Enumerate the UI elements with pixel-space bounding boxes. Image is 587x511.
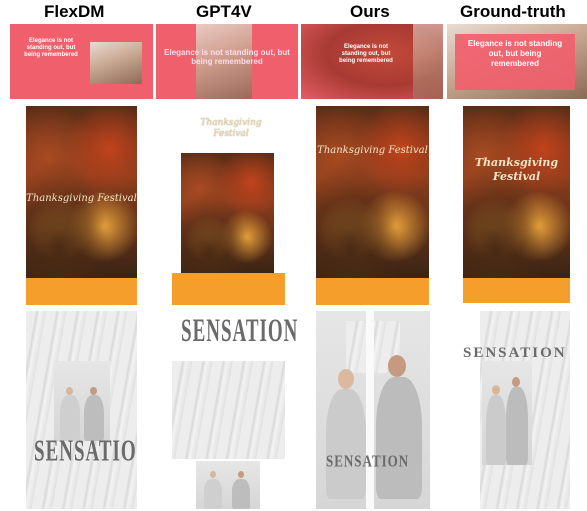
elegance-text: Elegance is not standing out, but being … [339,44,393,64]
row2-flexdm-photo: Thanksgiving Festival [26,106,137,278]
man-figure [506,387,528,465]
woman-figure [486,395,506,465]
row2-gpt4v-orange-bar [172,273,285,305]
elegance-text: Elegance is not standing out, but being … [467,39,563,68]
woman-photo [90,42,142,84]
face-woman [66,387,73,395]
header-flexdm: FlexDM [44,2,105,21]
sensation-title: SENSATION [326,451,410,471]
sensation-title-gt: SENSATION [463,345,567,361]
divider-strip [366,311,374,509]
row2-gpt4v-photo [181,153,274,273]
face-woman [210,471,216,478]
thanksgiving-title: Thanksgiving Festival [26,193,137,204]
row1-ours-design: Elegance is not standing out, but being … [301,24,443,99]
thanksgiving-title: Thanksgiving Festival [317,145,428,156]
row3-flexdm-fabric: SENSATION [26,311,137,509]
header-ours: Ours [350,2,390,21]
row1-gpt4v-design: Elegance is not standing out, but being … [156,24,298,99]
couple-photo [482,361,532,465]
row2-ours-orange-bar [316,278,429,305]
header-ground-truth: Ground-truth [460,2,566,21]
face-man [388,355,406,377]
row3-gt-fabric [480,311,570,509]
face-woman [338,369,354,389]
row3-ours-photo: SENSATION [316,311,430,509]
row1-flexdm-design: Elegance is not standing out, but being … [10,24,153,99]
elegance-text: Elegance is not standing out, but being … [164,48,290,66]
row1-gt-design: Elegance is not standing out, but being … [447,24,587,99]
row2-ours-photo: Thanksgiving Festival [316,106,429,278]
row2-gt-orange-bar [463,278,570,303]
man-figure [376,377,422,499]
sensation-title-gpt4v: SENSATION [181,314,299,350]
couple-photo [54,361,110,441]
woman-photo [413,24,443,99]
thanksgiving-title: Thanksgiving Festival [474,156,559,183]
face-woman [492,385,500,395]
sensation-title: SENSATION [34,435,137,469]
row3-gpt4v-fabric [172,361,285,459]
elegance-text: Elegance is not standing out, but being … [24,38,78,58]
row3-gpt4v-couple [196,461,260,509]
face-man [512,377,520,387]
face-man [238,471,244,478]
header-gpt4v: GPT4V [196,2,252,21]
woman-figure [326,389,366,499]
woman-figure [204,479,222,509]
thanksgiving-title-gpt4v: Thanksgiving Festival [200,118,262,139]
row2-flexdm-orange-bar [26,278,137,305]
row2-gt-photo: Thanksgiving Festival [463,106,570,278]
face-man [90,387,97,395]
man-figure [232,479,250,509]
